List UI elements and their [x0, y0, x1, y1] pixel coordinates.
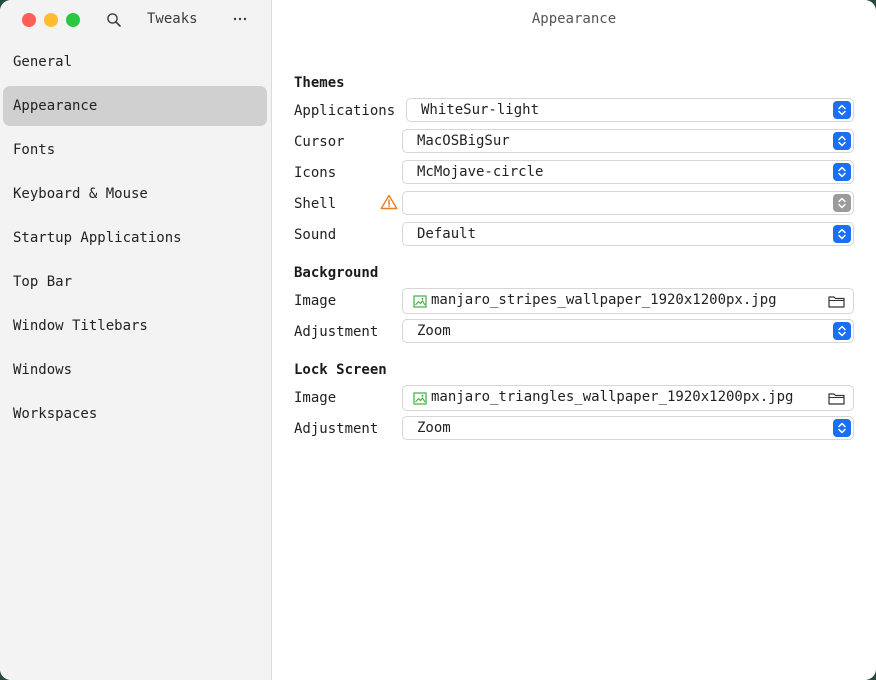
applications-theme-combo[interactable]: WhiteSur-light	[406, 98, 854, 122]
sidebar-item-windows[interactable]: Windows	[3, 350, 267, 390]
sidebar-item-appearance[interactable]: Appearance	[3, 86, 267, 126]
themes-heading: Themes	[294, 75, 345, 91]
chevron-up-down-icon	[838, 166, 846, 178]
image-file-icon	[413, 392, 427, 409]
background-adjustment-dropdown-button[interactable]	[833, 322, 851, 340]
lock-screen-adjustment-dropdown-button[interactable]	[833, 419, 851, 437]
chevron-up-down-icon	[838, 197, 846, 209]
close-window-button[interactable]	[22, 13, 36, 27]
icons-theme-combo[interactable]: McMojave-circle	[402, 160, 854, 184]
shell-dropdown-button[interactable]	[833, 194, 851, 212]
cursor-theme-combo[interactable]: MacOSBigSur	[402, 129, 854, 153]
icons-theme-value: McMojave-circle	[417, 164, 544, 180]
lock-screen-heading: Lock Screen	[294, 362, 387, 378]
shell-label: Shell	[294, 196, 337, 212]
applications-theme-value: WhiteSur-light	[421, 102, 540, 118]
applications-label: Applications	[294, 103, 396, 119]
sound-label: Sound	[294, 227, 337, 243]
cursor-theme-value: MacOSBigSur	[417, 133, 510, 149]
icons-dropdown-button[interactable]	[833, 163, 851, 181]
search-button[interactable]	[104, 10, 124, 30]
cursor-label: Cursor	[294, 134, 345, 150]
shell-theme-combo[interactable]	[402, 191, 854, 215]
chevron-up-down-icon	[838, 104, 846, 116]
background-image-label: Image	[294, 293, 337, 309]
sidebar-item-window-titlebars[interactable]: Window Titlebars	[3, 306, 267, 346]
background-adjustment-value: Zoom	[417, 323, 451, 339]
background-image-filename: manjaro_stripes_wallpaper_1920x1200px.jp…	[431, 292, 777, 308]
sound-theme-value: Default	[417, 226, 477, 242]
lock-screen-adjustment-value: Zoom	[417, 420, 451, 436]
chevron-up-down-icon	[838, 422, 846, 434]
sidebar: Tweaks General Appearance Fonts Keyboard…	[0, 0, 272, 680]
chevron-up-down-icon	[838, 135, 846, 147]
chevron-up-down-icon	[838, 228, 846, 240]
tweaks-window: Tweaks General Appearance Fonts Keyboard…	[0, 0, 876, 680]
sidebar-item-startup-applications[interactable]: Startup Applications	[3, 218, 267, 258]
folder-icon[interactable]	[828, 295, 845, 312]
warning-icon	[380, 194, 398, 214]
sidebar-item-workspaces[interactable]: Workspaces	[3, 394, 267, 434]
sound-dropdown-button[interactable]	[833, 225, 851, 243]
lock-screen-adjustment-label: Adjustment	[294, 421, 379, 437]
lock-screen-image-label: Image	[294, 390, 337, 406]
minimize-window-button[interactable]	[44, 13, 58, 27]
search-icon	[107, 13, 121, 27]
sidebar-header: Tweaks	[0, 0, 271, 40]
main-panel: Appearance Themes Applications WhiteSur-…	[272, 0, 876, 680]
chevron-up-down-icon	[838, 325, 846, 337]
lock-screen-image-filename: manjaro_triangles_wallpaper_1920x1200px.…	[431, 389, 794, 405]
applications-dropdown-button[interactable]	[833, 101, 851, 119]
lock-screen-image-chooser[interactable]: manjaro_triangles_wallpaper_1920x1200px.…	[402, 385, 854, 411]
cursor-dropdown-button[interactable]	[833, 132, 851, 150]
background-heading: Background	[294, 265, 379, 281]
image-file-icon	[413, 295, 427, 312]
sidebar-nav: General Appearance Fonts Keyboard & Mous…	[3, 42, 267, 438]
folder-icon[interactable]	[828, 392, 845, 409]
app-title: Tweaks	[147, 11, 198, 27]
sound-theme-combo[interactable]: Default	[402, 222, 854, 246]
sidebar-item-top-bar[interactable]: Top Bar	[3, 262, 267, 302]
sidebar-item-keyboard-mouse[interactable]: Keyboard & Mouse	[3, 174, 267, 214]
sidebar-item-general[interactable]: General	[3, 42, 267, 82]
background-image-chooser[interactable]: manjaro_stripes_wallpaper_1920x1200px.jp…	[402, 288, 854, 314]
lock-screen-adjustment-combo[interactable]: Zoom	[402, 416, 854, 440]
maximize-window-button[interactable]	[66, 13, 80, 27]
background-adjustment-label: Adjustment	[294, 324, 379, 340]
page-title: Appearance	[531, 11, 617, 27]
icons-label: Icons	[294, 165, 337, 181]
more-icon	[233, 17, 247, 21]
sidebar-item-fonts[interactable]: Fonts	[3, 130, 267, 170]
more-menu-button[interactable]	[229, 8, 251, 30]
background-adjustment-combo[interactable]: Zoom	[402, 319, 854, 343]
